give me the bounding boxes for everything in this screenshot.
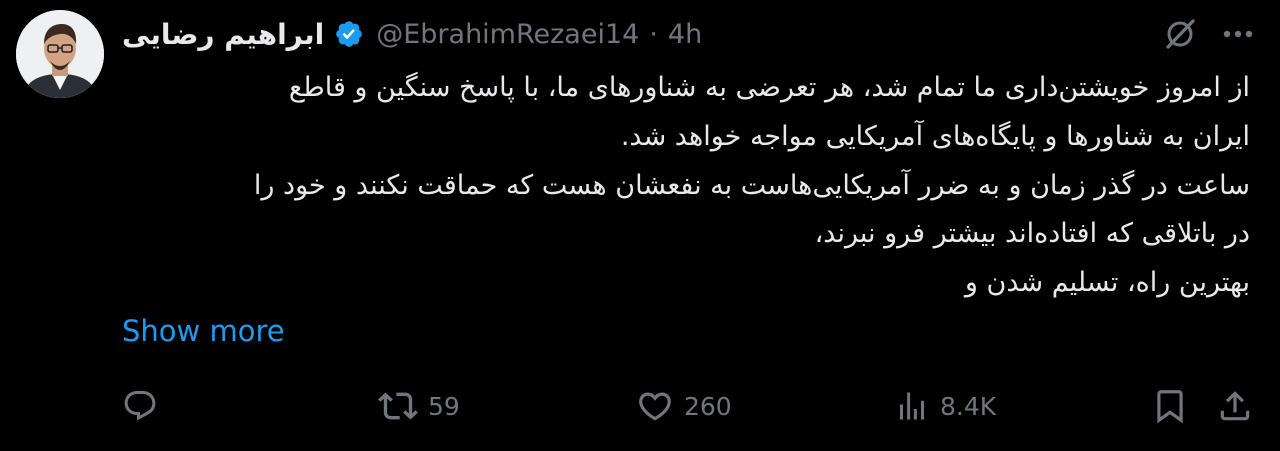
like-count: 260 (684, 391, 732, 421)
retweet-icon (378, 386, 418, 426)
tweet-action-bar: 59 260 8.4K (0, 383, 1280, 429)
tweet-line: از امروز خویشتن‌داری ما تمام شد، هر تعرض… (288, 72, 1250, 103)
grok-icon[interactable] (1160, 14, 1200, 54)
tweet-line: ایران به شناورها و پایگاه‌های آمریکایی م… (620, 120, 1250, 152)
author-display-name[interactable]: ابراهیم رضایی (122, 18, 324, 51)
tweet-time[interactable]: 4h (668, 19, 702, 50)
tweet-line: ساعت در گذر زمان و به ضرر آمریکایی‌هاست … (253, 169, 1250, 201)
show-more-link[interactable]: Show more (122, 314, 285, 348)
profile-photo (16, 10, 104, 98)
tweet-text: از امروز خویشتن‌داری ما تمام شد، هر تعرض… (118, 64, 1250, 308)
reply-icon (122, 388, 158, 424)
share-button[interactable] (1216, 383, 1254, 429)
more-icon[interactable] (1218, 14, 1258, 54)
retweet-button[interactable]: 59 (378, 383, 460, 429)
verified-badge-icon (332, 17, 366, 51)
avatar[interactable] (16, 10, 104, 98)
tweet-line: بهترین راه، تسلیم شدن و (964, 267, 1250, 299)
retweet-count: 59 (428, 391, 460, 421)
tweet-line: در باتلاقی که افتاده‌اند بیشتر فرو نبرند… (814, 218, 1250, 250)
reply-button[interactable] (122, 383, 168, 429)
views-icon (894, 388, 930, 424)
bookmark-button[interactable] (1151, 383, 1189, 429)
like-button[interactable]: 260 (636, 383, 732, 429)
like-icon (636, 387, 674, 425)
tweet-top-actions (1160, 14, 1258, 54)
views-button[interactable]: 8.4K (894, 383, 996, 429)
separator-dot: · (649, 18, 658, 50)
tweet-header: ابراهیم رضایی @EbrahimRezaei14 · 4h (122, 14, 702, 54)
bookmark-icon (1151, 387, 1189, 425)
author-handle[interactable]: @EbrahimRezaei14 (376, 19, 639, 50)
share-icon (1216, 387, 1254, 425)
views-count: 8.4K (940, 391, 997, 421)
